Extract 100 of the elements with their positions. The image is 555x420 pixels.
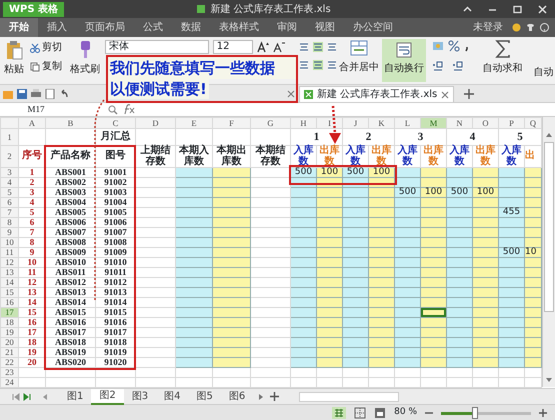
table-cell[interactable]: ABS006 (46, 218, 96, 228)
table-cell[interactable] (136, 278, 176, 288)
table-cell[interactable]: 14 (18, 298, 46, 308)
normal-view-icon[interactable] (332, 407, 346, 419)
column-header[interactable]: A (18, 118, 46, 128)
copy-button[interactable]: 复制 (40, 61, 64, 72)
table-cell[interactable] (420, 368, 446, 378)
table-cell[interactable]: 18 (18, 338, 46, 348)
first-sheet-icon[interactable] (12, 392, 20, 400)
autosum-button[interactable]: 自动求和 (480, 63, 525, 74)
preview-icon[interactable] (45, 88, 55, 98)
table-cell[interactable]: 500 (446, 188, 472, 198)
table-cell[interactable]: 500 (342, 168, 368, 178)
row-header[interactable]: 10 (0, 238, 18, 248)
table-cell[interactable]: 91015 (96, 308, 136, 318)
table-cell[interactable]: 100 (420, 188, 446, 198)
plus-icon[interactable] (539, 409, 547, 417)
merge-center-button[interactable]: 合并居中 (337, 62, 382, 73)
table-cell[interactable]: 91010 (96, 258, 136, 268)
maximize-icon[interactable] (513, 4, 522, 14)
table-cell[interactable] (136, 268, 176, 278)
column-header[interactable]: I (316, 118, 342, 128)
scrollbar-thumb[interactable] (544, 142, 554, 312)
column-header[interactable]: E (176, 118, 212, 128)
table-cell[interactable] (250, 368, 290, 378)
table-cell[interactable] (96, 368, 136, 378)
row-header[interactable]: 3 (0, 168, 18, 178)
font-name-field[interactable]: 宋体 (104, 40, 209, 54)
table-cell[interactable]: 500 (290, 168, 316, 178)
help-icon[interactable] (540, 23, 549, 32)
document-tab[interactable]: 新建 公式库存表工作表.xls (299, 86, 454, 102)
table-cell[interactable]: ABS018 (46, 338, 96, 348)
align-icon[interactable] (312, 42, 323, 52)
table-cell[interactable]: 91016 (96, 318, 136, 328)
table-cell[interactable] (498, 368, 524, 378)
table-cell[interactable]: 2 (18, 178, 46, 188)
grow-font-icon[interactable] (256, 41, 269, 53)
previous-sheet-icon[interactable] (41, 392, 49, 400)
ribbon-button[interactable]: 自动 (531, 67, 555, 78)
folder-icon[interactable] (3, 88, 13, 98)
function-icon[interactable] (122, 104, 136, 115)
wrap-text-button[interactable]: 自动换行 (382, 39, 426, 82)
table-cell[interactable]: 91017 (96, 328, 136, 338)
table-cell[interactable]: 91003 (96, 188, 136, 198)
clipboard-icon[interactable] (5, 40, 23, 60)
table-cell[interactable] (472, 368, 498, 378)
table-cell[interactable] (136, 328, 176, 338)
table-cell[interactable]: 91007 (96, 228, 136, 238)
align-icon[interactable] (326, 42, 337, 52)
row-header[interactable]: 7 (0, 208, 18, 218)
table-cell[interactable]: 91020 (96, 358, 136, 368)
table-cell[interactable]: 7 (18, 228, 46, 238)
table-cell[interactable]: 19 (18, 348, 46, 358)
table-cell[interactable]: 1 (18, 168, 46, 178)
row-header[interactable]: 20 (0, 338, 18, 348)
font-size-field[interactable]: 12 (212, 40, 253, 54)
page-break-icon[interactable] (354, 407, 366, 419)
copy-icon[interactable] (30, 62, 40, 72)
table-cell[interactable] (136, 218, 176, 228)
row-header[interactable]: 11 (0, 248, 18, 258)
column-header[interactable]: M (420, 118, 446, 128)
table-cell[interactable]: ABS016 (46, 318, 96, 328)
name-box[interactable]: M17 (0, 102, 72, 116)
table-cell[interactable]: 20 (18, 358, 46, 368)
align-icon[interactable] (298, 60, 309, 70)
row-header[interactable]: 12 (0, 258, 18, 268)
table-cell[interactable]: 500 (394, 188, 420, 198)
table-cell[interactable]: 15 (18, 308, 46, 318)
table-cell[interactable] (136, 238, 176, 248)
row-header[interactable]: 24 (0, 378, 18, 388)
row-header[interactable]: 4 (0, 178, 18, 188)
column-header[interactable]: F (212, 118, 250, 128)
table-cell[interactable] (136, 348, 176, 358)
table-cell[interactable]: 16 (18, 318, 46, 328)
plus-icon[interactable] (270, 392, 280, 401)
table-cell[interactable] (136, 338, 176, 348)
table-cell[interactable] (136, 298, 176, 308)
table-cell[interactable] (136, 178, 176, 188)
table-cell[interactable]: 5 (18, 208, 46, 218)
increase-decimal-icon[interactable] (432, 60, 444, 72)
user-icon[interactable] (512, 23, 521, 32)
table-cell[interactable] (342, 368, 368, 378)
close-icon[interactable] (441, 90, 450, 98)
table-cell[interactable]: 91005 (96, 208, 136, 218)
search-icon[interactable] (108, 104, 118, 114)
menu-tab[interactable]: 数据 (172, 18, 210, 37)
sheet-tab[interactable]: 图3 (124, 390, 156, 404)
table-cell[interactable] (46, 368, 96, 378)
column-header[interactable]: K (368, 118, 394, 128)
row-header[interactable]: 5 (0, 188, 18, 198)
shirt-icon[interactable] (526, 23, 535, 32)
table-cell[interactable]: 4 (18, 198, 46, 208)
table-cell[interactable] (250, 358, 290, 368)
table-cell[interactable] (136, 318, 176, 328)
table-cell[interactable]: ABS009 (46, 248, 96, 258)
format-painter-button[interactable]: 格式刷 (68, 64, 102, 75)
table-cell[interactable] (212, 128, 250, 146)
table-cell[interactable]: 91008 (96, 238, 136, 248)
sheet-tab[interactable]: 图1 (59, 390, 92, 404)
table-cell[interactable]: 本期结存数 (250, 146, 290, 168)
